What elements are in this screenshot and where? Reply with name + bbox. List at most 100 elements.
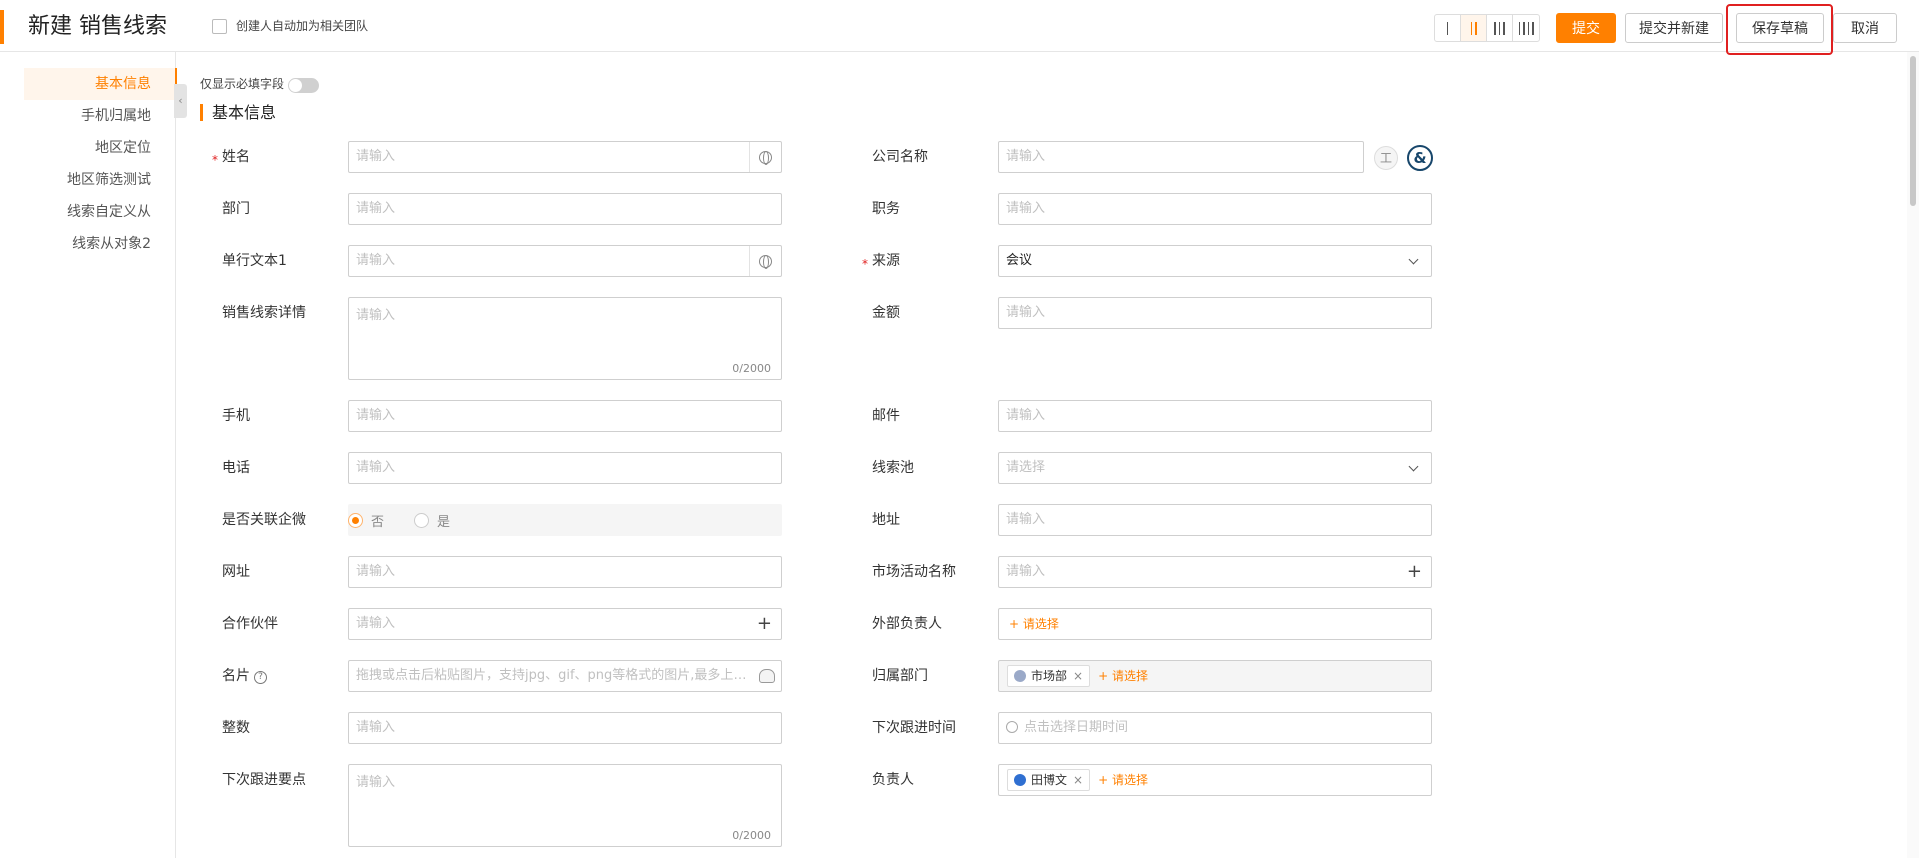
website-label: 网址 [222, 564, 250, 580]
position-label: 职务 [872, 201, 900, 217]
column-layout-switcher [1434, 14, 1540, 42]
dept-tag: 市场部 × [1007, 665, 1091, 687]
header-accent-bar [0, 10, 4, 44]
auto-team-checkbox[interactable] [212, 19, 227, 34]
card-upload-area[interactable]: 拖拽或点击后粘贴图片，支持jpg、gif、png等格式的图片,最多上传1张 [348, 660, 782, 692]
placeholder: 请输入 [1006, 512, 1046, 527]
owner-picker-row: 田博文 × + 请选择 [1003, 765, 1431, 795]
collapse-nav-icon[interactable]: ‹ [174, 84, 187, 118]
scrollbar-thumb[interactable] [1910, 56, 1916, 206]
amount-input[interactable]: 请输入 [998, 297, 1432, 329]
partner-input[interactable]: 请输入 + [348, 608, 782, 640]
nav-item-region-filter-test[interactable]: 地区筛选测试 [24, 164, 176, 196]
placeholder: 请输入 [1006, 149, 1046, 164]
card-label: 名片? [222, 666, 267, 686]
dept-tag-label: 市场部 [1031, 669, 1068, 683]
source-select[interactable]: 会议 [998, 245, 1432, 277]
nav-item-region-location[interactable]: 地区定位 [24, 132, 176, 164]
required-only-label: 仅显示必填字段 [200, 77, 285, 91]
lead-detail-textarea[interactable]: 请输入 0/2000 [348, 297, 782, 380]
scrollbar[interactable] [1907, 52, 1919, 858]
placeholder: 请输入 [356, 308, 396, 323]
translate-globe-icon[interactable] [749, 142, 781, 172]
remove-tag-icon[interactable]: × [1073, 666, 1083, 686]
submit-button[interactable]: 提交 [1556, 13, 1616, 43]
lead-pool-label: 线索池 [872, 460, 914, 476]
phone-input[interactable]: 请输入 [348, 452, 782, 484]
chevron-down-icon [1408, 254, 1419, 265]
placeholder: 请输入 [356, 460, 396, 475]
integer-input[interactable]: 请输入 [348, 712, 782, 744]
placeholder: 请输入 [1006, 201, 1046, 216]
add-selection-link[interactable]: + 请选择 [1098, 765, 1148, 795]
placeholder: 请输入 [1006, 408, 1046, 423]
layout-4-column-button[interactable] [1513, 15, 1539, 41]
address-label: 地址 [872, 512, 900, 528]
placeholder: 请输入 [356, 253, 396, 268]
radio-no[interactable] [348, 512, 363, 528]
placeholder: 请输入 [356, 149, 396, 164]
website-input[interactable]: 请输入 [348, 556, 782, 588]
business-lookup-icon[interactable]: 工 [1374, 146, 1398, 170]
remove-tag-icon[interactable]: × [1073, 770, 1083, 790]
company-input[interactable]: 请输入 [998, 141, 1364, 173]
company-label: 公司名称 [872, 149, 928, 165]
nav-item-mobile-location[interactable]: 手机归属地 [24, 100, 176, 132]
placeholder: 请选择 [1006, 460, 1046, 475]
layout-3-column-button[interactable] [1487, 15, 1513, 41]
lead-pool-select[interactable]: 请选择 [998, 452, 1432, 484]
add-selection-link[interactable]: + 请选择 [1098, 661, 1148, 691]
required-only-toggle[interactable] [288, 78, 319, 93]
position-input[interactable]: 请输入 [998, 193, 1432, 225]
phone-label: 电话 [222, 460, 250, 476]
layout-2-column-button[interactable] [1461, 15, 1487, 41]
next-followup-points-textarea[interactable]: 请输入 0/2000 [348, 764, 782, 847]
external-owner-picker[interactable]: + 请选择 [998, 608, 1432, 640]
upload-icon[interactable] [759, 669, 775, 683]
email-input[interactable]: 请输入 [998, 400, 1432, 432]
address-input[interactable]: 请输入 [998, 504, 1432, 536]
nav-item-label: 基本信息 [95, 76, 151, 92]
brand-logo-icon[interactable]: & [1407, 145, 1433, 171]
department-input[interactable]: 请输入 [348, 193, 782, 225]
single-text-label: 单行文本1 [222, 253, 287, 269]
clock-icon [1006, 721, 1018, 733]
placeholder: 请输入 [356, 720, 396, 735]
integer-label: 整数 [222, 720, 250, 736]
dept-picker[interactable]: 市场部 × + 请选择 [998, 660, 1432, 692]
submit-and-new-button[interactable]: 提交并新建 [1625, 13, 1723, 43]
add-icon[interactable]: + [1407, 562, 1422, 582]
lead-detail-label: 销售线索详情 [222, 305, 306, 321]
add-icon[interactable]: + [757, 614, 772, 634]
placeholder: 请输入 [356, 201, 396, 216]
dept-picker-row: 市场部 × + 请选择 [1003, 661, 1431, 691]
layout-1-column-button[interactable] [1435, 15, 1461, 41]
translate-globe-icon[interactable] [749, 246, 781, 276]
nav-item-lead-detail-object-2[interactable]: 线索从对象2 [24, 228, 176, 260]
page-title: 新建 销售线索 [28, 14, 167, 39]
next-followup-time-label: 下次跟进时间 [872, 720, 956, 736]
cancel-button[interactable]: 取消 [1833, 13, 1897, 43]
placeholder: 请输入 [356, 564, 396, 579]
external-owner-label: 外部负责人 [872, 616, 942, 632]
campaign-input[interactable]: 请输入 + [998, 556, 1432, 588]
radio-yes-label: 是 [437, 514, 451, 530]
owner-picker[interactable]: 田博文 × + 请选择 [998, 764, 1432, 796]
save-draft-button[interactable]: 保存草稿 [1736, 13, 1824, 43]
wecom-link-radio-group: 否 是 [348, 504, 782, 536]
placeholder: 点击选择日期时间 [1024, 720, 1129, 735]
nav-item-basic-info[interactable]: 基本信息 [24, 68, 177, 100]
chevron-down-icon [1408, 461, 1419, 472]
placeholder: 请输入 [1006, 564, 1046, 579]
next-followup-time-picker[interactable]: 点击选择日期时间 [998, 712, 1432, 744]
help-icon[interactable]: ? [254, 671, 267, 684]
next-followup-points-label: 下次跟进要点 [222, 772, 306, 788]
nav-item-label: 线索从对象2 [72, 236, 151, 252]
single-text-input[interactable]: 请输入 [348, 245, 782, 277]
mobile-input[interactable]: 请输入 [348, 400, 782, 432]
nav-item-lead-custom-detail[interactable]: 线索自定义从 [24, 196, 176, 228]
add-selection-link[interactable]: + 请选择 [1009, 617, 1059, 631]
radio-yes[interactable] [414, 512, 430, 528]
name-input[interactable]: 请输入 [348, 141, 782, 173]
placeholder: 请输入 [356, 616, 396, 631]
